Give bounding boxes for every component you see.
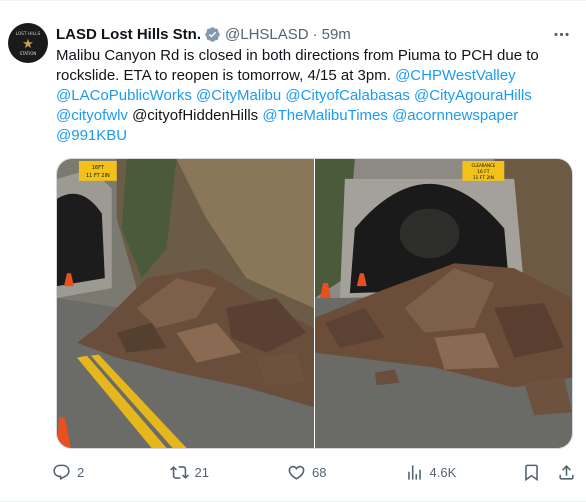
bookmark-icon[interactable] (522, 463, 541, 482)
reply-count: 2 (77, 464, 85, 480)
views-count: 4.6K (429, 464, 457, 480)
user-handle[interactable]: @LHSLASD (225, 26, 309, 43)
plain-mention-text: @cityofHiddenHills (132, 107, 259, 124)
repost-icon (169, 465, 189, 479)
photo-rockslide-left[interactable]: 16FT 11 FT 2IN (57, 159, 314, 448)
repost-button[interactable]: 21 (169, 463, 230, 482)
clearance-sign-line1: 16FT (92, 165, 105, 171)
heart-icon (288, 465, 305, 480)
mention-link[interactable]: @LACoPublicWorks (56, 87, 192, 104)
verified-badge-icon[interactable] (204, 26, 221, 43)
mention-link[interactable]: @CHPWestValley (395, 67, 516, 84)
mention-link[interactable]: @cityofwlv (56, 107, 128, 124)
timestamp[interactable]: 59m (322, 26, 351, 43)
reply-button[interactable]: 2 (52, 463, 112, 482)
media-grid: 16FT 11 FT 2IN CLEARANCE 16 FT 11 FT 2IN (56, 158, 573, 449)
like-button[interactable]: 68 (287, 463, 347, 482)
share-icon[interactable] (557, 463, 576, 482)
tweet-header: LASD Lost Hills Stn. @LHSLASD · 59m (56, 24, 351, 44)
mention-link[interactable]: @CityMalibu (196, 87, 281, 104)
clearance-sign-line2: 11 FT 2IN (473, 175, 494, 181)
mention-link[interactable]: @991KBU (56, 127, 127, 144)
reply-icon (53, 464, 70, 480)
like-count: 68 (312, 464, 327, 480)
tweet-card[interactable]: LOST HILLS ★ STATION LASD Lost Hills Stn… (0, 0, 586, 502)
mention-link[interactable]: @acornnewspaper (392, 107, 518, 124)
display-name[interactable]: LASD Lost Hills Stn. (56, 26, 201, 43)
sheriff-star-icon: ★ (22, 35, 34, 51)
clearance-sign-line1: 16 FT (477, 169, 490, 175)
avatar[interactable]: LOST HILLS ★ STATION (8, 23, 48, 63)
clearance-sign-title: CLEARANCE (471, 163, 495, 168)
share-actions (522, 463, 576, 482)
views-button[interactable]: 4.6K (405, 463, 465, 482)
tweet-actions: 2 21 68 4.6K (52, 459, 576, 485)
mention-link[interactable]: @CityofCalabasas (285, 87, 409, 104)
mention-link[interactable]: @CityAgouraHills (414, 87, 532, 104)
photo-rockslide-right[interactable]: CLEARANCE 16 FT 11 FT 2IN (315, 159, 572, 448)
views-icon (407, 464, 421, 480)
avatar-text-top: LOST HILLS (15, 30, 41, 36)
mention-link[interactable]: @TheMalibuTimes (262, 107, 388, 124)
repost-count: 21 (194, 464, 209, 480)
tweet-text: Malibu Canyon Rd is closed in both direc… (56, 46, 568, 146)
separator-dot: · (312, 25, 318, 43)
avatar-text-bottom: STATION (19, 50, 37, 56)
more-options-icon[interactable] (550, 23, 572, 45)
clearance-sign-line2: 11 FT 2IN (86, 173, 110, 179)
